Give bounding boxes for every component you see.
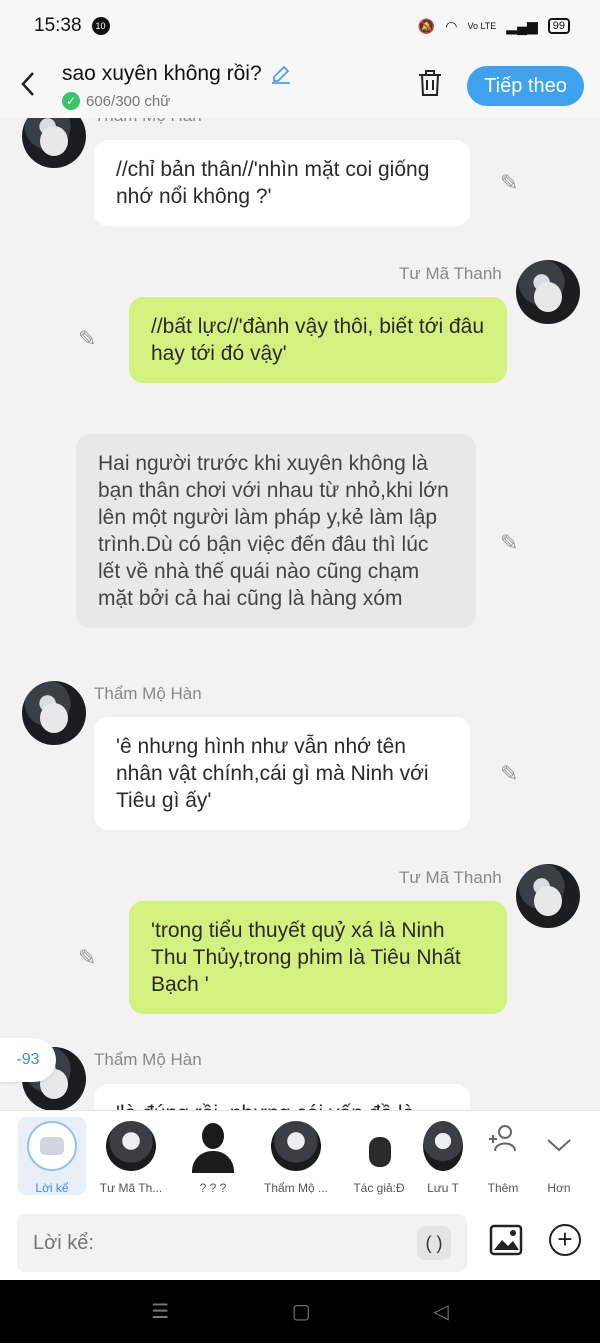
avatar-tham-mo-han[interactable] — [22, 118, 86, 168]
message-bubble[interactable]: 'ê nhưng hình như vẫn nhớ tên nhân vật c… — [94, 717, 470, 830]
character-label: Lưu T — [427, 1181, 459, 1195]
word-count-text: 606/300 chữ — [86, 92, 171, 110]
trash-icon — [419, 70, 441, 96]
avatar — [423, 1121, 463, 1171]
character-label: ? ? ? — [199, 1181, 227, 1195]
speaker-name: Thẩm Mộ Hàn — [94, 118, 202, 126]
wifi-icon: ◠ — [445, 17, 458, 34]
message-bubble[interactable]: 'trong tiểu thuyết quỷ xá là Ninh Thu Th… — [129, 901, 507, 1014]
character-label: Tư Mã Th... — [99, 1181, 163, 1195]
character-author[interactable]: Tác giả:Đ — [343, 1117, 415, 1195]
avatar — [271, 1121, 321, 1171]
next-button[interactable]: Tiếp theo — [467, 66, 584, 106]
app-notification-icon: 10 — [91, 17, 110, 35]
story-title[interactable]: sao xuyên không rồi? — [62, 62, 292, 86]
menu-icon[interactable]: ☰ — [151, 1299, 169, 1324]
character-unknown[interactable]: ? ? ? — [177, 1117, 249, 1195]
avatar-tu-ma-thanh[interactable] — [516, 260, 580, 324]
edit-pencil-icon[interactable]: ✎ — [500, 171, 524, 195]
narration-icon — [27, 1121, 77, 1171]
battery-icon: 99 — [547, 18, 570, 34]
word-count: ✓ 606/300 chữ — [62, 92, 170, 110]
speaker-name: Thẩm Mộ Hàn — [94, 684, 202, 703]
image-icon — [489, 1224, 523, 1256]
edit-pencil-icon[interactable]: ✎ — [500, 531, 524, 555]
story-title-text: sao xuyên không rồi? — [62, 62, 262, 85]
back-triangle-icon[interactable]: ◁ — [433, 1299, 448, 1324]
speaker-name: Tư Mã Thanh — [399, 264, 502, 283]
message-input-box[interactable]: ( ) — [17, 1214, 467, 1272]
message-bubble[interactable]: //bất lực//'đành vậy thôi, biết tới đâu … — [129, 297, 507, 383]
add-button[interactable]: + — [549, 1224, 581, 1256]
character-narrator[interactable]: Lời kể — [18, 1117, 86, 1195]
edit-pencil-icon[interactable]: ✎ — [78, 946, 102, 970]
speaker-name: Thẩm Mộ Hàn — [94, 1050, 202, 1069]
character-luu[interactable]: Lưu T — [418, 1117, 468, 1195]
chevron-left-icon — [21, 72, 34, 96]
character-tham-mo-han[interactable]: Thẩm Mộ ... — [260, 1117, 332, 1195]
character-label: Hơn — [547, 1181, 571, 1195]
speaker-name: Tư Mã Thanh — [399, 868, 502, 887]
narration-bubble[interactable]: Hai người trước khi xuyên không là bạn t… — [76, 434, 476, 628]
character-tu-ma-thanh[interactable]: Tư Mã Th... — [95, 1117, 167, 1195]
chat-area[interactable]: Thẩm Mộ Hàn //chỉ bản thân//'nhìn mặt co… — [0, 118, 600, 1110]
header: sao xuyên không rồi? ✓ 606/300 chữ Tiếp … — [0, 52, 600, 118]
check-icon: ✓ — [62, 92, 80, 110]
avatar — [106, 1121, 156, 1171]
edit-pencil-icon[interactable]: ✎ — [78, 327, 102, 351]
lte-label: Vo LTE — [467, 21, 497, 31]
cat-avatar — [354, 1121, 404, 1171]
avatar-tu-ma-thanh[interactable] — [516, 864, 580, 928]
parentheses-button[interactable]: ( ) — [417, 1226, 451, 1260]
message-input[interactable] — [33, 1231, 413, 1255]
score-badge[interactable]: -93 — [0, 1038, 56, 1082]
character-bar: Lời kể Tư Mã Th... ? ? ? Thẩm Mộ ... Tác… — [0, 1110, 600, 1202]
silhouette-avatar — [188, 1121, 238, 1173]
more-button[interactable]: Hơn — [526, 1117, 592, 1195]
character-label: Thẩm Mộ ... — [263, 1181, 328, 1195]
message-bubble[interactable]: //chỉ bản thân//'nhìn mặt coi giống nhớ … — [94, 140, 470, 226]
pencil-icon[interactable] — [270, 63, 292, 85]
avatar-tham-mo-han[interactable] — [22, 681, 86, 745]
system-nav-bar: ☰ ▢ ◁ — [0, 1280, 600, 1343]
status-time: 15:38 — [34, 15, 82, 36]
back-button[interactable] — [18, 70, 44, 100]
input-area: ( ) + — [0, 1202, 600, 1280]
character-label: Lời kể — [35, 1181, 69, 1195]
status-icons: 🔕 ◠ Vo LTE ▂▄▆ 99 — [418, 18, 570, 35]
signal-icon: ▂▄▆ — [506, 17, 538, 34]
image-button[interactable] — [489, 1224, 523, 1258]
message-bubble[interactable]: 'là đúng rồi, nhưng cái vấn đề là — [94, 1084, 470, 1110]
home-icon[interactable]: ▢ — [292, 1299, 311, 1324]
status-bar: 15:38 10 🔕 ◠ Vo LTE ▂▄▆ 99 — [0, 0, 600, 52]
chevron-down-icon — [526, 1121, 592, 1171]
delete-button[interactable] — [416, 68, 446, 100]
mute-bell-icon: 🔕 — [417, 17, 436, 34]
edit-pencil-icon[interactable]: ✎ — [500, 762, 524, 786]
character-label: Tác giả:Đ — [353, 1181, 405, 1195]
